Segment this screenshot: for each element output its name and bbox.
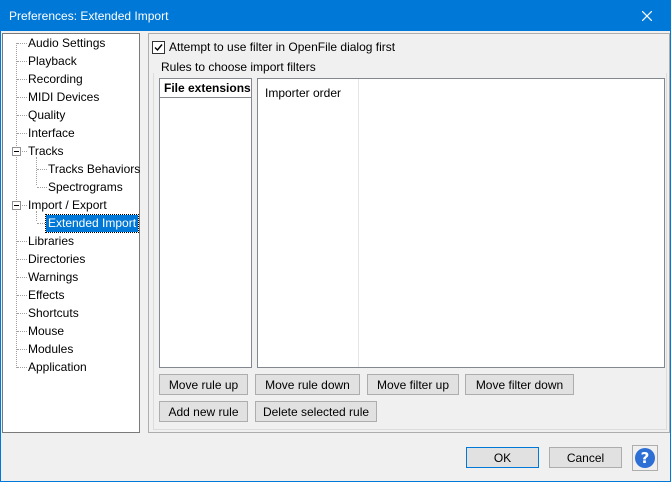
cancel-button[interactable]: Cancel [549,447,622,468]
tree-item-tracks-behaviors[interactable]: Tracks Behaviors [46,161,142,178]
ok-button[interactable]: OK [466,447,539,468]
importer-order-list[interactable]: Importer order [257,78,665,368]
window-title: Preferences: Extended Import [9,9,169,23]
tree-item-tracks[interactable]: Tracks [26,143,66,160]
close-icon [642,11,652,21]
help-icon: ? [635,448,655,468]
tree-item-effects[interactable]: Effects [26,287,66,304]
add-new-rule-button[interactable]: Add new rule [159,401,248,422]
preferences-tree[interactable]: Audio Settings Playback Recording MIDI D… [2,33,140,433]
tree-tracks-line [36,157,37,185]
move-rule-up-button[interactable]: Move rule up [159,374,248,395]
help-button[interactable]: ? [632,445,658,471]
preferences-window: Preferences: Extended Import Audio Setti… [0,0,671,482]
rules-group-label: Rules to choose import filters [161,60,316,74]
tree-item-warnings[interactable]: Warnings [26,269,80,286]
use-filter-checkbox-row[interactable]: Attempt to use filter in OpenFile dialog… [152,40,395,54]
tree-item-directories[interactable]: Directories [26,251,87,268]
tree-item-shortcuts[interactable]: Shortcuts [26,305,81,322]
tree-item-extended-import[interactable]: Extended Import [44,214,140,233]
tree-item-mouse[interactable]: Mouse [26,323,66,340]
tree-item-playback[interactable]: Playback [26,53,79,70]
tree-item-modules[interactable]: Modules [26,341,75,358]
tree-item-audio-settings[interactable]: Audio Settings [26,35,107,52]
import-export-collapse-icon[interactable] [12,201,21,210]
importer-order-column[interactable]: Importer order [258,79,359,367]
tree-item-libraries[interactable]: Libraries [26,233,76,250]
importer-order-header: Importer order [265,86,342,100]
tree-item-import-export[interactable]: Import / Export [26,197,109,214]
tree-item-midi-devices[interactable]: MIDI Devices [26,89,101,106]
file-extensions-header[interactable]: File extensions [160,79,251,98]
tree-item-interface[interactable]: Interface [26,125,77,142]
tree-item-quality[interactable]: Quality [26,107,67,124]
use-filter-label: Attempt to use filter in OpenFile dialog… [169,40,396,54]
checkmark-icon [154,43,163,51]
delete-selected-rule-button[interactable]: Delete selected rule [255,401,377,422]
tree-item-spectrograms[interactable]: Spectrograms [46,179,125,196]
extended-import-panel: Attempt to use filter in OpenFile dialog… [148,33,670,433]
title-bar[interactable]: Preferences: Extended Import [1,1,670,31]
move-rule-down-button[interactable]: Move rule down [255,374,360,395]
tree-item-recording[interactable]: Recording [26,71,85,88]
tracks-collapse-icon[interactable] [12,147,21,156]
move-filter-down-button[interactable]: Move filter down [465,374,574,395]
tree-item-application[interactable]: Application [26,359,89,376]
close-button[interactable] [624,1,670,31]
use-filter-checkbox[interactable] [152,40,165,54]
file-extensions-list[interactable]: File extensions [159,78,252,368]
move-filter-up-button[interactable]: Move filter up [367,374,459,395]
